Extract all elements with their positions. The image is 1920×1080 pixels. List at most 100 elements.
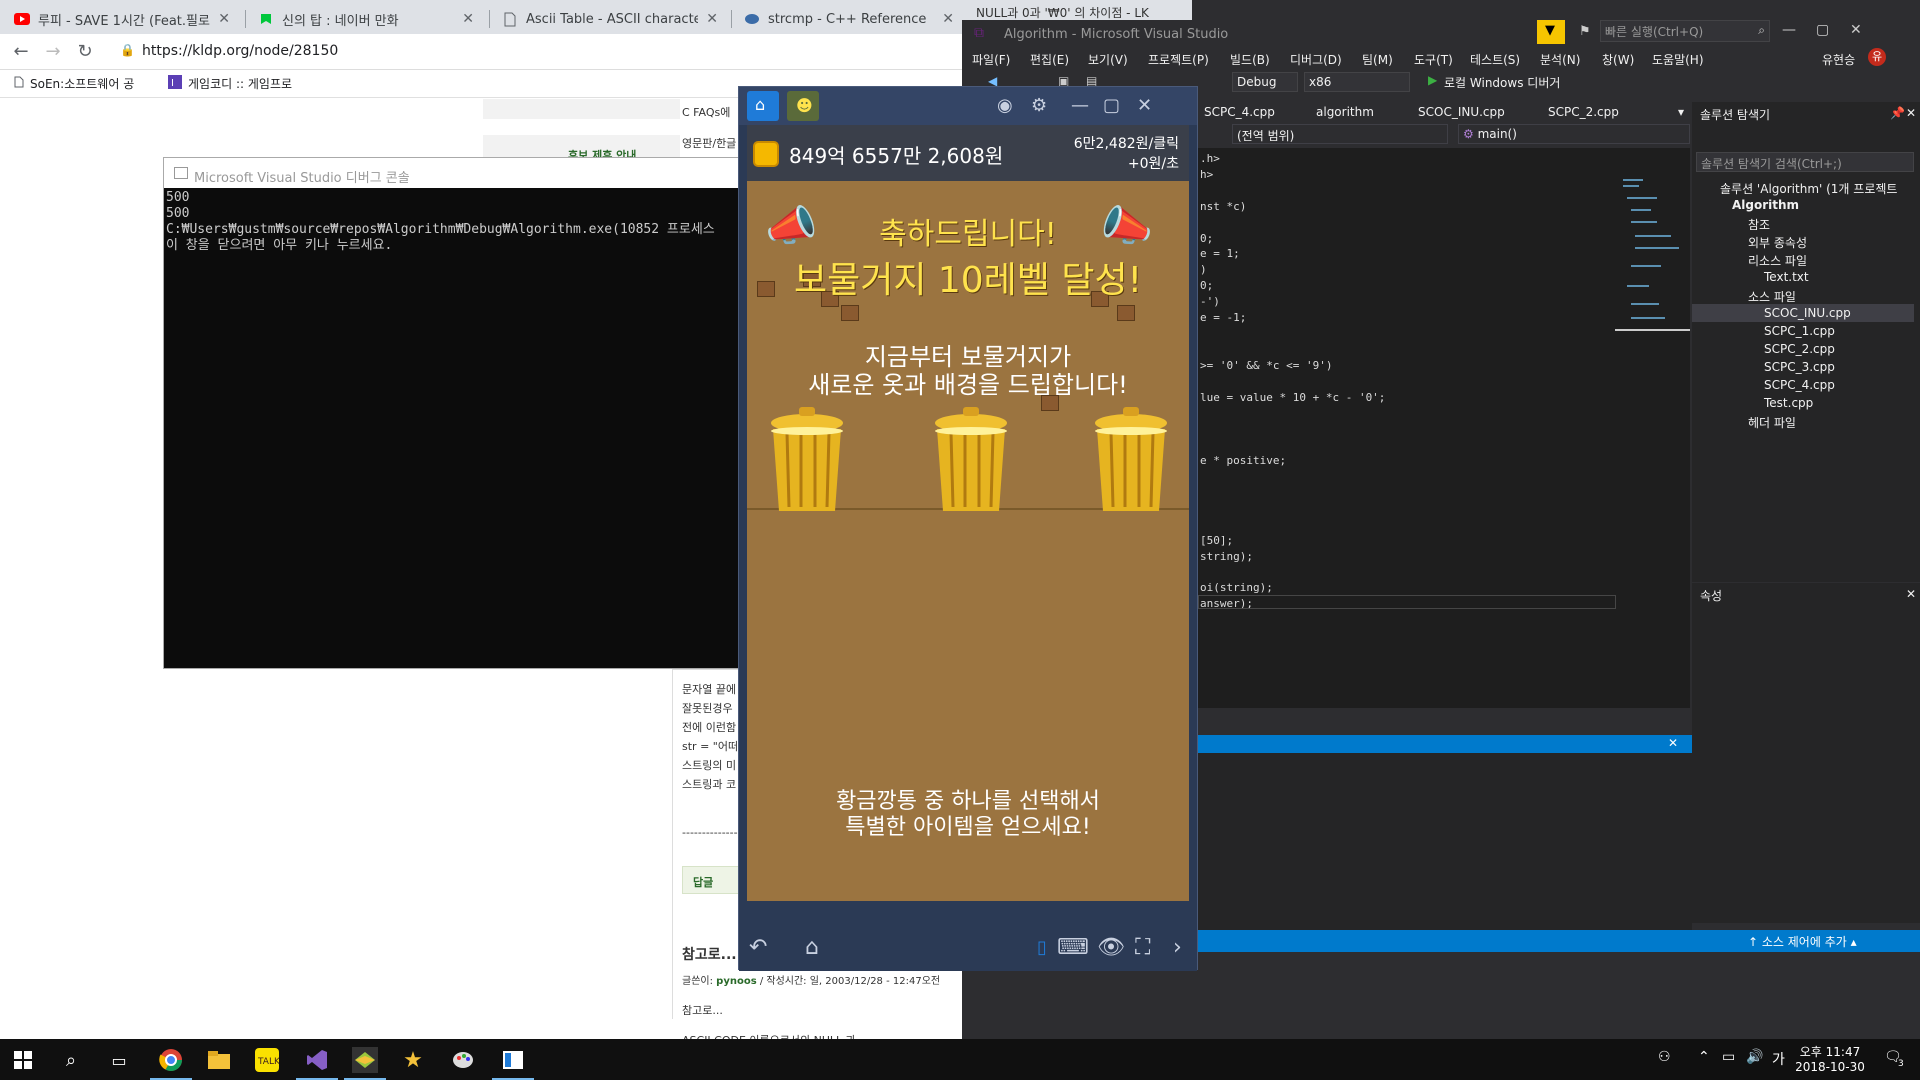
network-icon[interactable]: ▭ — [1722, 1049, 1735, 1065]
menu-project[interactable]: 프로젝트(P) — [1148, 51, 1209, 68]
tree-resource-files[interactable]: 리소스 파일 — [1748, 252, 1807, 269]
browser-tab-2[interactable]: Ascii Table - ASCII character co ✕ — [494, 4, 726, 34]
quick-launch-input[interactable]: 빠른 실행(Ctrl+Q) ⌕ — [1600, 20, 1770, 42]
volume-icon[interactable]: 🔊 — [1746, 1049, 1763, 1065]
function-select[interactable]: ⚙ main() — [1458, 124, 1690, 144]
close-icon[interactable]: ✕ — [706, 11, 718, 27]
browser-tab-partial[interactable]: NULL과 0과 '₩0' 의 차이점 - LK — [962, 0, 1192, 22]
close-icon[interactable]: ✕ — [462, 11, 474, 27]
app-icon[interactable] — [492, 1047, 534, 1080]
pin-icon[interactable]: 📌 — [1890, 106, 1905, 120]
filter-icon[interactable]: ▼ — [1537, 20, 1565, 44]
solution-search-input[interactable]: 솔루션 탐색기 검색(Ctrl+;) — [1696, 152, 1914, 172]
account-icon[interactable]: ◉ — [997, 95, 1013, 116]
menu-window[interactable]: 창(W) — [1602, 51, 1634, 68]
menu-edit[interactable]: 편집(E) — [1030, 51, 1069, 68]
minimize-icon[interactable]: — — [1782, 22, 1796, 38]
paint-icon[interactable] — [450, 1047, 476, 1073]
menu-build[interactable]: 빌드(B) — [1230, 51, 1270, 68]
task-view-icon[interactable]: ▭ — [106, 1047, 132, 1073]
menu-view[interactable]: 보기(V) — [1088, 51, 1128, 68]
golden-can-2[interactable] — [923, 407, 1019, 517]
platform-select[interactable]: x86 — [1304, 72, 1410, 92]
close-icon[interactable]: ✕ — [1906, 587, 1916, 601]
tree-file[interactable]: SCPC_1.cpp — [1764, 324, 1835, 338]
close-icon[interactable]: ✕ — [1668, 736, 1678, 750]
tree-file[interactable]: SCPC_2.cpp — [1764, 342, 1835, 356]
close-icon[interactable]: ✕ — [942, 11, 954, 27]
clock-time[interactable]: 오후 11:47 — [1798, 1043, 1862, 1060]
kakaotalk-icon[interactable]: TALK — [254, 1047, 280, 1073]
ime-icon[interactable]: 가 — [1772, 1049, 1785, 1069]
editor-tab[interactable]: SCPC_2.cpp — [1548, 105, 1619, 119]
golden-can-3[interactable] — [1083, 407, 1179, 517]
menu-test[interactable]: 테스트(S) — [1470, 51, 1520, 68]
tree-file[interactable]: SCPC_4.cpp — [1764, 378, 1835, 392]
home-icon[interactable]: ⌂ — [805, 935, 819, 960]
fullscreen-icon[interactable]: ⛶ — [1135, 935, 1150, 960]
minimap[interactable] — [1615, 175, 1690, 390]
scope-select[interactable]: (전역 범위) — [1232, 124, 1448, 144]
browser-tab-0[interactable]: 루피 - SAVE 1시간 (Feat.필로알 ✕ — [6, 4, 238, 34]
close-icon[interactable]: ✕ — [1850, 22, 1862, 38]
home-icon[interactable]: ⌂ — [747, 91, 779, 121]
chevron-up-icon[interactable]: ⌃ — [1698, 1049, 1710, 1065]
browser-tab-1[interactable]: 신의 탑 : 네이버 만화 ✕ — [250, 4, 482, 34]
chevron-down-icon[interactable]: ▾ — [1678, 105, 1684, 119]
tree-file[interactable]: SCOC_INU.cpp — [1764, 306, 1851, 320]
search-icon[interactable]: ⌕ — [58, 1047, 84, 1073]
user-name[interactable]: 유현승 — [1822, 51, 1855, 68]
menu-team[interactable]: 팀(M) — [1362, 51, 1393, 68]
keyboard-icon[interactable]: ⌨ — [1057, 935, 1089, 960]
people-icon[interactable]: ⚇ — [1658, 1049, 1671, 1065]
tree-source-files[interactable]: 소스 파일 — [1748, 288, 1796, 305]
avatar[interactable]: 유 — [1868, 48, 1886, 66]
forward-icon[interactable]: → — [42, 41, 64, 63]
game-app-icon[interactable]: ☻ — [787, 91, 819, 121]
config-select[interactable]: Debug — [1232, 72, 1298, 92]
bookmark-item[interactable]: SoEn:소프트웨어 공 — [14, 75, 134, 92]
menu-tools[interactable]: 도구(T) — [1414, 51, 1453, 68]
menu-help[interactable]: 도움말(H) — [1652, 51, 1704, 68]
chrome-icon[interactable] — [150, 1047, 192, 1080]
visual-studio-icon[interactable] — [296, 1047, 338, 1080]
tree-file[interactable]: Text.txt — [1764, 270, 1809, 284]
maximize-icon[interactable]: ▢ — [1103, 95, 1120, 116]
phone-icon[interactable]: ▯ — [1037, 937, 1047, 958]
tree-external-deps[interactable]: 외부 종속성 — [1748, 234, 1807, 251]
maximize-icon[interactable]: ▢ — [1816, 22, 1829, 38]
play-icon[interactable]: ▶ — [1428, 73, 1437, 87]
menu-analyze[interactable]: 분석(N) — [1540, 51, 1580, 68]
editor-tab[interactable]: SCOC_INU.cpp — [1418, 105, 1505, 119]
close-icon[interactable]: ✕ — [1137, 95, 1152, 116]
source-control-button[interactable]: ↑ 소스 제어에 추가 ▴ — [1748, 933, 1857, 950]
chevron-right-icon[interactable]: › — [1173, 935, 1182, 960]
bookmark-item[interactable]: I 게임코디 :: 게임프로 — [168, 75, 292, 92]
close-icon[interactable]: ✕ — [1906, 106, 1916, 120]
golden-can-1[interactable] — [759, 407, 855, 517]
code-editor[interactable]: .h> h> nst *c) 0; e = 1;) 0; -') e = -1; >= '0' … — [1198, 148, 1616, 708]
tree-solution[interactable]: 솔루션 'Algorithm' (1개 프로젝트 — [1720, 180, 1897, 197]
eye-icon[interactable]: 👁 — [1097, 935, 1125, 960]
editor-tab[interactable]: algorithm — [1316, 105, 1374, 119]
output-panel[interactable] — [1198, 753, 1692, 933]
gear-icon[interactable]: ⚙ — [1031, 95, 1047, 116]
reply-button[interactable]: 답글 — [682, 866, 742, 894]
reload-icon[interactable]: ↻ — [74, 41, 96, 63]
notification-icon[interactable]: ⚑ — [1579, 24, 1591, 39]
back-icon[interactable]: ↶ — [749, 935, 767, 960]
address-bar[interactable]: https://kldp.org/node/28150 — [142, 43, 338, 59]
tree-file[interactable]: SCPC_3.cpp — [1764, 360, 1835, 374]
bluestacks-icon[interactable] — [344, 1047, 386, 1080]
tree-header-files[interactable]: 헤더 파일 — [1748, 414, 1796, 431]
clock-date[interactable]: 2018-10-30 — [1792, 1060, 1868, 1074]
start-icon[interactable] — [10, 1047, 36, 1073]
menu-file[interactable]: 파일(F) — [972, 51, 1010, 68]
menu-debug[interactable]: 디버그(D) — [1290, 51, 1342, 68]
back-icon[interactable]: ← — [10, 41, 32, 63]
minimize-icon[interactable]: — — [1071, 95, 1089, 116]
run-debugger-button[interactable]: 로컬 Windows 디버거 — [1444, 74, 1560, 91]
editor-tab[interactable]: SCPC_4.cpp — [1204, 105, 1275, 119]
browser-tab-3[interactable]: strcmp - C++ Reference ✕ — [736, 4, 962, 34]
tree-file[interactable]: Test.cpp — [1764, 396, 1813, 410]
